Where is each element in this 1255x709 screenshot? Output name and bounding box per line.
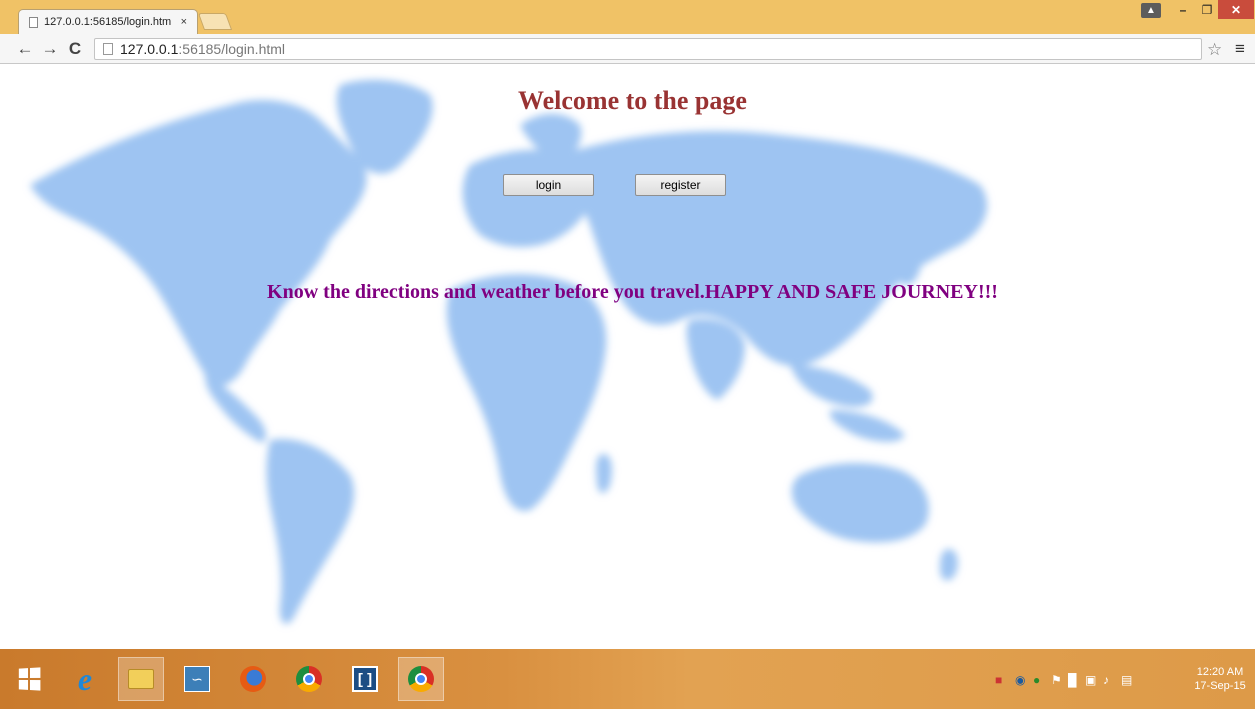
file-explorer-icon[interactable]: [118, 657, 164, 701]
close-icon[interactable]: ✕: [1218, 0, 1254, 19]
user-icon[interactable]: ▲: [1141, 3, 1161, 18]
register-button[interactable]: register: [635, 174, 726, 196]
forward-arrow-icon[interactable]: →: [41, 39, 59, 59]
address-bar[interactable]: 127.0.0.1:56185/login.html: [94, 38, 1202, 60]
tagline-text: Know the directions and weather before y…: [267, 281, 998, 303]
browser-toolbar: ← → C 127.0.0.1:56185/login.html ☆ ≡: [0, 34, 1255, 64]
chrome-icon[interactable]: [398, 657, 444, 701]
world-map-background: [30, 79, 988, 624]
clock-date: 17-Sep-15: [1194, 680, 1246, 692]
windows-flag-icon[interactable]: ■: [995, 673, 1002, 687]
network-icon[interactable]: ▣: [1085, 673, 1096, 687]
mail-icon[interactable]: ◉: [1015, 673, 1025, 687]
browser-tab[interactable]: 127.0.0.1:56185/login.htm ×: [18, 9, 198, 34]
chrome-icon[interactable]: [286, 657, 332, 701]
minimize-icon[interactable]: –: [1172, 0, 1194, 19]
firefox-icon[interactable]: [230, 657, 276, 701]
signal-icon[interactable]: █: [1068, 673, 1077, 687]
windows-taskbar: e ∽ [ ] ■ ◉ ● ⚑ █ ▣ ♪ ▤ 12:20 AM 17-Sep-…: [0, 649, 1255, 709]
action-center-flag-icon[interactable]: ⚑: [1051, 673, 1062, 687]
login-button[interactable]: login: [503, 174, 594, 196]
brackets-icon[interactable]: [ ]: [342, 657, 388, 701]
back-arrow-icon[interactable]: ←: [16, 39, 34, 59]
maximize-icon[interactable]: ❐: [1195, 0, 1219, 19]
clock-time: 12:20 AM: [1196, 666, 1244, 678]
mysql-workbench-icon[interactable]: ∽: [174, 657, 220, 701]
menu-icon[interactable]: ≡: [1235, 39, 1245, 59]
internet-explorer-icon[interactable]: e: [62, 657, 108, 701]
url-path: :56185/login.html: [178, 41, 286, 57]
new-tab-button[interactable]: [197, 13, 233, 30]
page-icon: [29, 16, 38, 28]
browser-titlebar: 127.0.0.1:56185/login.htm × ▲ – ❐ ✕: [0, 0, 1255, 34]
url-host: 127.0.0.1: [120, 41, 179, 57]
welcome-heading: Welcome to the page: [518, 86, 747, 115]
reload-icon[interactable]: C: [66, 39, 84, 59]
tab-close-icon[interactable]: ×: [181, 16, 187, 28]
windows-start-icon[interactable]: [6, 657, 52, 701]
system-clock[interactable]: 12:20 AM 17-Sep-15: [1188, 665, 1252, 693]
star-icon[interactable]: ☆: [1207, 40, 1222, 60]
page-viewport: Welcome to the page login register Know …: [0, 65, 1255, 642]
tab-title: 127.0.0.1:56185/login.htm: [44, 16, 172, 28]
volume-icon[interactable]: ♪: [1103, 673, 1109, 687]
messenger-icon[interactable]: ●: [1033, 673, 1040, 687]
page-icon: [103, 43, 113, 55]
keyboard-icon[interactable]: ▤: [1121, 673, 1132, 687]
